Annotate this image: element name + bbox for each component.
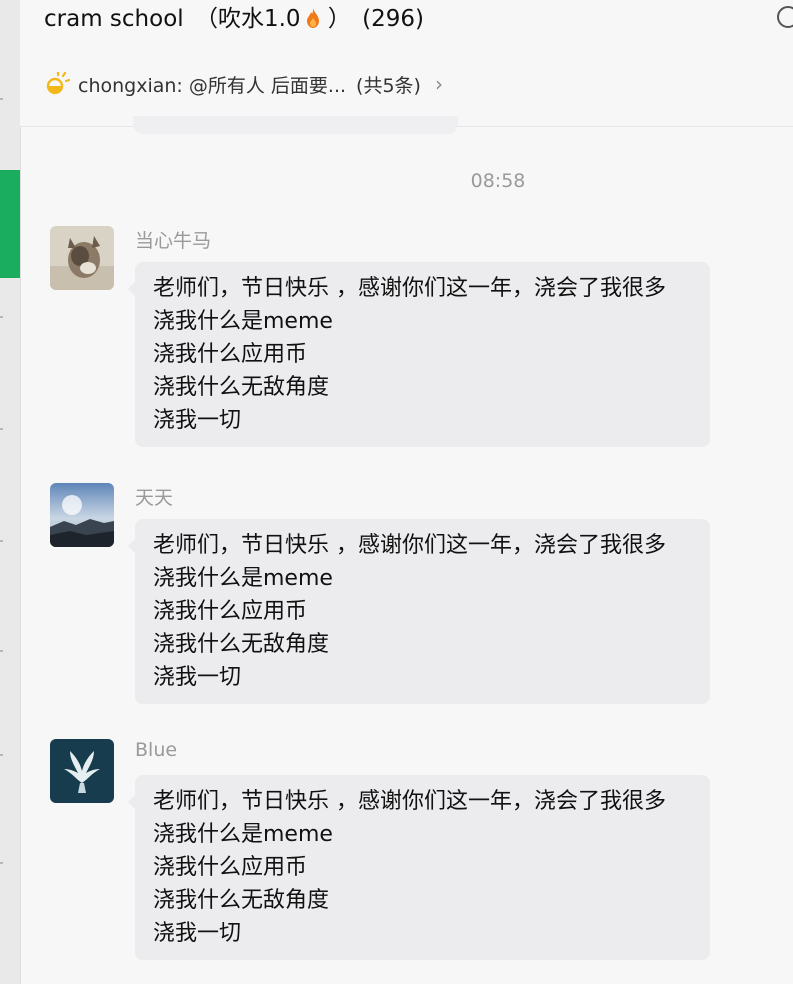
message-line: 浇我什么应用币 [153,855,308,880]
message-line: 浇我一切 [153,408,242,433]
sidebar [0,0,21,984]
sidebar-tick [0,862,3,864]
group-notice-bar[interactable]: chongxian: @所有人 后面要... (共5条) › [44,70,443,98]
fire-icon [306,8,319,28]
notice-count: (共5条) [356,74,421,97]
avatar[interactable] [50,483,114,547]
sender-name: Blue [135,739,178,761]
message-line: 浇我什么是meme [153,822,333,847]
message-line: 浇我一切 [153,665,242,690]
message-line: 浇我什么应用币 [153,599,308,624]
message-line: 浇我什么是meme [153,566,333,591]
sidebar-tick [0,650,3,652]
notice-text: chongxian: @所有人 后面要... [78,74,347,97]
message-line: 老师们，节日快乐 ，感谢你们这一年，浇会了我很多 [153,789,666,814]
message-line: 浇我一切 [153,921,242,946]
previous-message-bubble [133,116,458,134]
chat-group-tag: （吹水1.0 [194,6,301,32]
sun-icon [46,72,70,95]
avatar[interactable] [50,739,114,803]
sidebar-tick [0,428,3,430]
message-line: 老师们，节日快乐 ，感谢你们这一年，浇会了我很多 [153,276,666,301]
more-icon[interactable] [777,6,793,28]
message-line: 老师们，节日快乐 ，感谢你们这一年，浇会了我很多 [153,533,666,558]
sidebar-tick [0,316,3,318]
sender-name: 当心牛马 [135,230,212,252]
message-line: 浇我什么是meme [153,309,333,334]
message-timestamp: 08:58 [470,170,526,192]
message-line: 浇我什么无敌角度 [153,375,330,400]
chat-header: cram school （吹水1.0 ） (296) chongxian: @所… [20,0,793,127]
message-line: 浇我什么应用币 [153,342,308,367]
member-count: (296) [362,6,425,32]
message-bubble[interactable]: 老师们，节日快乐 ，感谢你们这一年，浇会了我很多 浇我什么是meme 浇我什么应… [128,775,710,960]
message-line: 浇我什么无敌角度 [153,632,330,657]
message-bubble[interactable]: 老师们，节日快乐 ，感谢你们这一年，浇会了我很多 浇我什么是meme 浇我什么应… [128,519,710,704]
chat-group-tag-close: ） [327,6,351,32]
sidebar-tick [0,98,3,100]
chat-title[interactable]: cram school （吹水1.0 ） (296) [44,4,428,34]
chat-name: cram school [44,6,184,32]
sidebar-tick [0,540,3,542]
message-line: 浇我什么无敌角度 [153,888,330,913]
sidebar-tick [0,754,3,756]
sender-name: 天天 [135,487,174,509]
message-bubble[interactable]: 老师们，节日快乐 ，感谢你们这一年，浇会了我很多 浇我什么是meme 浇我什么应… [128,262,710,447]
avatar[interactable] [50,226,114,290]
chevron-right-icon[interactable]: › [435,72,443,96]
